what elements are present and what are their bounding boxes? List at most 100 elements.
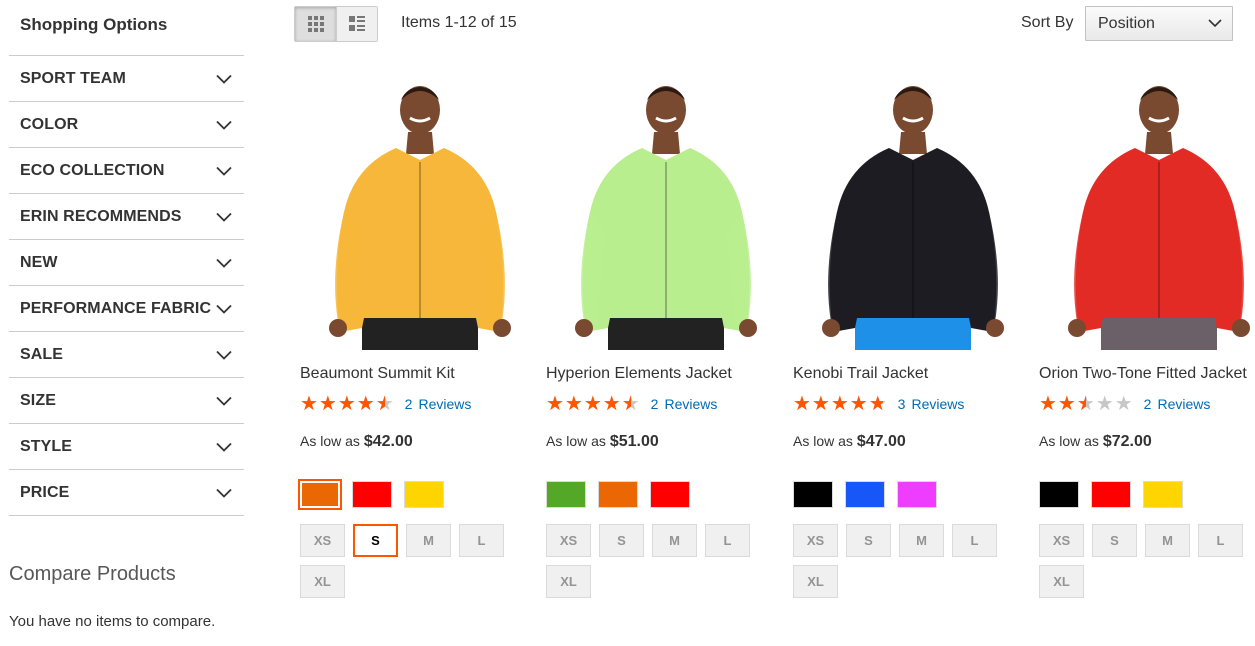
chevron-down-icon — [1208, 19, 1222, 28]
price-prefix: As low as — [1039, 433, 1099, 449]
color-swatch[interactable] — [1143, 481, 1183, 508]
reviews-link[interactable]: 2 Reviews — [405, 396, 472, 412]
filter-label: PRICE — [20, 483, 70, 501]
product-card: Orion Two-Tone Fitted Jacket ★★★★★★★★★★ … — [1039, 82, 1255, 598]
size-option-l[interactable]: L — [705, 524, 750, 557]
filter-performance-fabric[interactable]: PERFORMANCE FABRIC — [9, 286, 244, 332]
product-rating: ★★★★★★★★★★ 2 Reviews — [546, 394, 717, 414]
filter-sport-team[interactable]: SPORT TEAM — [9, 56, 244, 102]
product-photo-figure — [575, 86, 757, 350]
review-word: Reviews — [911, 396, 965, 412]
reviews-link[interactable]: 2 Reviews — [1144, 396, 1211, 412]
filter-eco-collection[interactable]: ECO COLLECTION — [9, 148, 244, 194]
size-options: XS S M L XL — [546, 524, 786, 598]
size-option-xl[interactable]: XL — [1039, 565, 1084, 598]
size-option-xs[interactable]: XS — [300, 524, 345, 557]
chevron-down-icon — [216, 120, 232, 130]
size-options: XS S M L XL — [793, 524, 1033, 598]
size-option-m[interactable]: M — [899, 524, 944, 557]
color-swatch[interactable] — [1039, 481, 1079, 508]
color-swatch[interactable] — [793, 481, 833, 508]
product-image[interactable] — [300, 82, 540, 350]
color-swatches — [298, 479, 444, 510]
compare-products-title: Compare Products — [9, 563, 176, 585]
product-card: Beaumont Summit Kit ★★★★★★★★★★ 2Reviews … — [298, 82, 540, 598]
product-image[interactable] — [793, 82, 1033, 350]
size-option-s[interactable]: S — [1092, 524, 1137, 557]
size-option-m[interactable]: M — [1145, 524, 1190, 557]
price-prefix: As low as — [300, 433, 360, 449]
color-swatch[interactable] — [1091, 481, 1131, 508]
filter-new[interactable]: NEW — [9, 240, 244, 286]
size-option-l[interactable]: L — [1198, 524, 1243, 557]
size-option-xs[interactable]: XS — [793, 524, 838, 557]
star-icon: ★★★★★★★★★★ — [300, 393, 395, 415]
product-card: Hyperion Elements Jacket ★★★★★★★★★★ 2 Rev… — [546, 82, 786, 598]
grid-view-button[interactable] — [295, 7, 336, 41]
price-box: As low as $72.00 — [1039, 433, 1152, 451]
filter-sale[interactable]: SALE — [9, 332, 244, 378]
price-box: As low as $51.00 — [546, 433, 659, 451]
color-swatch[interactable] — [546, 481, 586, 508]
product-image[interactable] — [546, 82, 786, 350]
filter-list: SPORT TEAM COLOR ECO COLLECTION ERIN RECOMM… — [9, 56, 244, 516]
product-image[interactable] — [1039, 82, 1255, 350]
filter-size[interactable]: SIZE — [9, 378, 244, 424]
color-swatch[interactable] — [598, 481, 638, 508]
filter-price[interactable]: PRICE — [9, 470, 244, 516]
list-view-button[interactable] — [336, 7, 377, 41]
size-option-s[interactable]: S — [599, 524, 644, 557]
price-box: As low as $42.00 — [300, 433, 413, 451]
product-name-link[interactable]: Kenobi Trail Jacket — [793, 365, 928, 383]
size-option-m[interactable]: M — [406, 524, 451, 557]
view-mode-switcher — [294, 6, 378, 42]
product-name-link[interactable]: Orion Two-Tone Fitted Jacket — [1039, 365, 1247, 383]
color-swatch[interactable] — [404, 481, 444, 508]
star-icon: ★★★★★★★★★★ — [793, 393, 888, 415]
product-name-link[interactable]: Hyperion Elements Jacket — [546, 365, 732, 383]
color-swatch[interactable] — [352, 481, 392, 508]
size-option-xs[interactable]: XS — [546, 524, 591, 557]
chevron-down-icon — [216, 442, 232, 452]
size-option-xl[interactable]: XL — [546, 565, 591, 598]
color-swatch[interactable] — [298, 479, 342, 510]
product-rating: ★★★★★★★★★★ 2 Reviews — [300, 394, 471, 414]
review-word: Reviews — [418, 396, 472, 412]
filter-label: SIZE — [20, 391, 56, 409]
size-option-xl[interactable]: XL — [300, 565, 345, 598]
color-swatch[interactable] — [897, 481, 937, 508]
shopping-options-title: Shopping Options — [9, 0, 244, 56]
chevron-down-icon — [216, 488, 232, 498]
price-box: As low as $47.00 — [793, 433, 906, 451]
filter-erin-recommends[interactable]: ERIN RECOMMENDS — [9, 194, 244, 240]
chevron-down-icon — [216, 258, 232, 268]
size-option-xs[interactable]: XS — [1039, 524, 1084, 557]
size-option-s[interactable]: S — [353, 524, 398, 557]
product-name-link[interactable]: Beaumont Summit Kit — [300, 365, 455, 383]
color-swatch[interactable] — [650, 481, 690, 508]
star-icon: ★★★★★★★★★★ — [546, 393, 641, 415]
grid-icon — [307, 16, 324, 32]
size-option-m[interactable]: M — [652, 524, 697, 557]
chevron-down-icon — [216, 212, 232, 222]
size-option-xl[interactable]: XL — [793, 565, 838, 598]
filter-color[interactable]: COLOR — [9, 102, 244, 148]
product-photo-figure — [1068, 86, 1250, 350]
price-prefix: As low as — [546, 433, 606, 449]
size-option-l[interactable]: L — [459, 524, 504, 557]
size-option-s[interactable]: S — [846, 524, 891, 557]
reviews-link[interactable]: 2 Reviews — [651, 396, 718, 412]
color-swatches — [1039, 481, 1183, 508]
sort-by-label: Sort By — [1021, 14, 1074, 31]
size-options: XS S M L XL — [1039, 524, 1255, 598]
size-option-l[interactable]: L — [952, 524, 997, 557]
price-value: $42.00 — [363, 433, 413, 450]
reviews-link[interactable]: 3 Reviews — [898, 396, 965, 412]
filter-style[interactable]: STYLE — [9, 424, 244, 470]
color-swatch[interactable] — [845, 481, 885, 508]
toolbar-amount: Items 1-12 of 15 — [401, 14, 517, 31]
chevron-down-icon — [216, 74, 232, 84]
filter-label: STYLE — [20, 437, 73, 455]
sort-by-select[interactable]: Position — [1085, 6, 1233, 41]
filter-label: NEW — [20, 253, 58, 271]
